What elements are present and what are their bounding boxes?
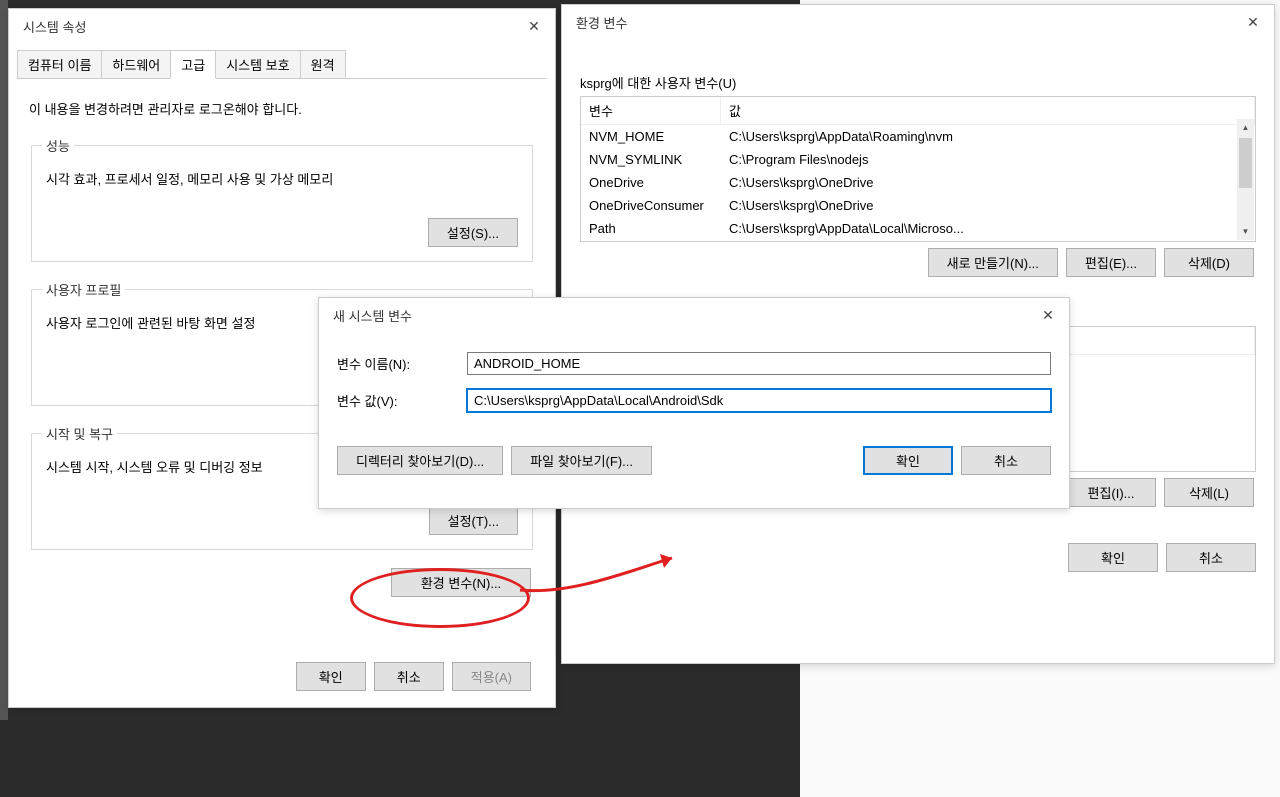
startup-legend: 시작 및 복구 <box>42 424 117 443</box>
user-profile-legend: 사용자 프로필 <box>42 280 125 299</box>
user-new-button[interactable]: 새로 만들기(N)... <box>928 248 1058 277</box>
table-row: NVM_SYMLINKC:\Program Files\nodejs <box>581 148 1255 171</box>
table-row: OneDriveConsumerC:\Users\ksprg\OneDrive <box>581 194 1255 217</box>
table-row: PathC:\Users\ksprg\AppData\Local\Microso… <box>581 217 1255 240</box>
newvar-title: 새 시스템 변수 <box>333 306 412 325</box>
tab-hardware[interactable]: 하드웨어 <box>101 50 171 79</box>
variable-name-label: 변수 이름(N): <box>337 354 467 373</box>
table-row: OneDriveC:\Users\ksprg\OneDrive <box>581 171 1255 194</box>
user-variables-label: ksprg에 대한 사용자 변수(U) <box>580 73 1256 92</box>
vertical-scrollbar[interactable]: ▲ ▼ <box>1237 119 1254 240</box>
browse-file-button[interactable]: 파일 찾아보기(F)... <box>511 446 652 475</box>
col-header-variable[interactable]: 변수 <box>581 97 721 124</box>
system-delete-button[interactable]: 삭제(L) <box>1164 478 1254 507</box>
performance-desc: 시각 효과, 프로세서 일정, 메모리 사용 및 가상 메모리 <box>46 169 518 188</box>
table-row: NVM_HOMEC:\Users\ksprg\AppData\Roaming\n… <box>581 125 1255 148</box>
newvar-titlebar: 새 시스템 변수 ✕ <box>319 298 1069 332</box>
scroll-up-icon[interactable]: ▲ <box>1237 119 1254 136</box>
sysprop-title: 시스템 속성 <box>23 17 86 36</box>
new-system-variable-dialog: 새 시스템 변수 ✕ 변수 이름(N): 변수 값(V): 디렉터리 찾아보기(… <box>318 297 1070 509</box>
env-title: 환경 변수 <box>576 13 627 32</box>
sysprop-tabs: 컴퓨터 이름 하드웨어 고급 시스템 보호 원격 <box>9 49 555 78</box>
tab-advanced[interactable]: 고급 <box>170 50 216 79</box>
env-ok-button[interactable]: 확인 <box>1068 543 1158 572</box>
close-icon[interactable]: ✕ <box>519 16 549 36</box>
sysprop-titlebar: 시스템 속성 ✕ <box>9 9 555 43</box>
sysprop-cancel-button[interactable]: 취소 <box>374 662 444 691</box>
performance-group: 성능 시각 효과, 프로세서 일정, 메모리 사용 및 가상 메모리 설정(S)… <box>31 136 533 262</box>
col-header-value[interactable]: 값 <box>721 97 1255 124</box>
admin-instruction: 이 내용을 변경하려면 관리자로 로그온해야 합니다. <box>29 99 535 118</box>
scroll-thumb[interactable] <box>1239 138 1252 188</box>
browse-directory-button[interactable]: 디렉터리 찾아보기(D)... <box>337 446 503 475</box>
env-cancel-button[interactable]: 취소 <box>1166 543 1256 572</box>
user-edit-button[interactable]: 편집(E)... <box>1066 248 1156 277</box>
variable-name-input[interactable] <box>467 352 1051 375</box>
background-left-strip <box>0 0 8 720</box>
startup-settings-button[interactable]: 설정(T)... <box>429 506 518 535</box>
newvar-cancel-button[interactable]: 취소 <box>961 446 1051 475</box>
env-titlebar: 환경 변수 ✕ <box>562 5 1274 39</box>
environment-variables-button[interactable]: 환경 변수(N)... <box>391 568 531 597</box>
close-icon[interactable]: ✕ <box>1033 305 1063 325</box>
user-variables-table[interactable]: 변수 값 NVM_HOMEC:\Users\ksprg\AppData\Roam… <box>580 96 1256 242</box>
sysprop-ok-button[interactable]: 확인 <box>296 662 366 691</box>
scroll-down-icon[interactable]: ▼ <box>1237 223 1254 240</box>
tab-system-protection[interactable]: 시스템 보호 <box>215 50 300 79</box>
system-edit-button[interactable]: 편집(I)... <box>1066 478 1156 507</box>
newvar-ok-button[interactable]: 확인 <box>863 446 953 475</box>
tab-computer-name[interactable]: 컴퓨터 이름 <box>17 50 102 79</box>
close-icon[interactable]: ✕ <box>1238 12 1268 32</box>
tab-remote[interactable]: 원격 <box>300 50 346 79</box>
performance-legend: 성능 <box>42 136 74 155</box>
performance-settings-button[interactable]: 설정(S)... <box>428 218 518 247</box>
sysprop-bottom-buttons: 확인 취소 적용(A) <box>280 652 547 701</box>
variable-value-label: 변수 값(V): <box>337 391 467 410</box>
variable-value-input[interactable] <box>467 389 1051 412</box>
sysprop-apply-button[interactable]: 적용(A) <box>452 662 531 691</box>
user-delete-button[interactable]: 삭제(D) <box>1164 248 1254 277</box>
